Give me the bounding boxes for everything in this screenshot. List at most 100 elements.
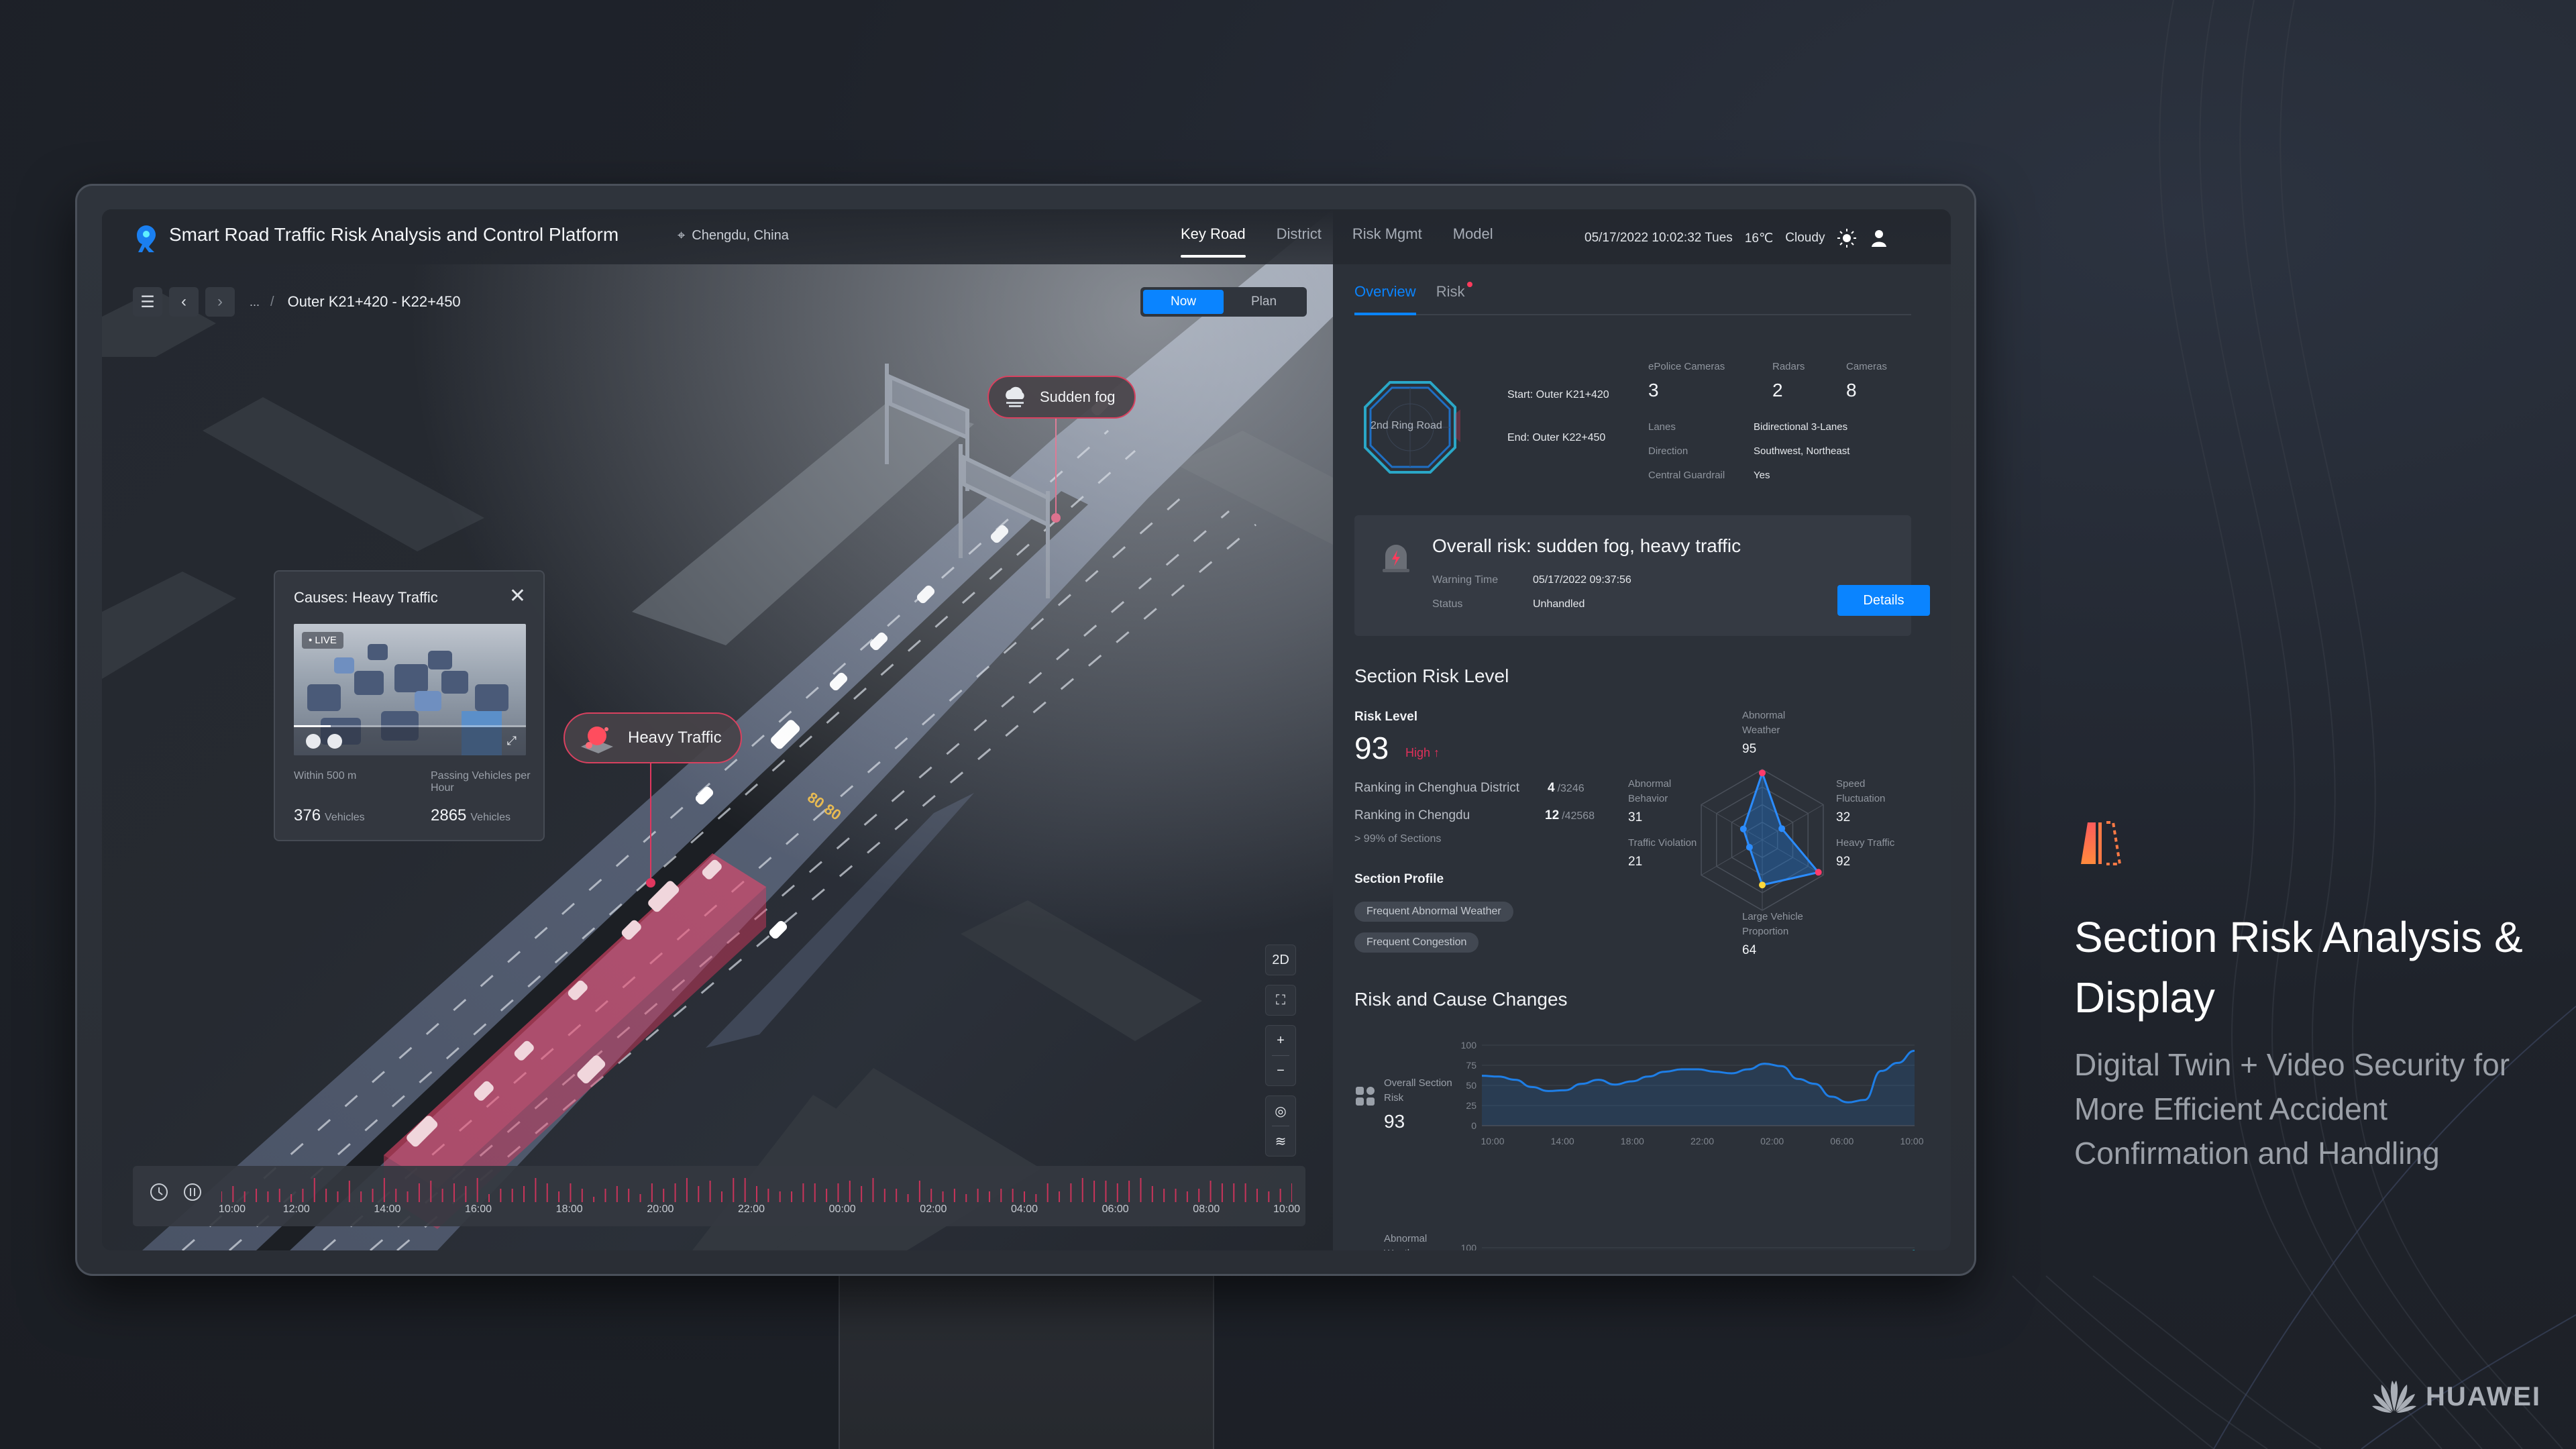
fog-icon [1006, 386, 1024, 407]
mode-plan-button[interactable]: Plan [1224, 290, 1304, 314]
brand-name: HUAWEI [2426, 1381, 2541, 1411]
passing-value: 2865 Vehicles [431, 806, 511, 825]
overall-risk-label: Overall Section Risk [1384, 1077, 1452, 1104]
profile-tag: Frequent Congestion [1354, 932, 1479, 953]
rank-city-label: Ranking in Chengdu [1354, 808, 1470, 822]
map-controls: 2D ⛶ + − ◎ ≋ [1265, 945, 1296, 1157]
weather-icon [1354, 1246, 1376, 1250]
y-tick-label: 100 [1461, 1242, 1477, 1250]
locate-button[interactable]: ◎ [1266, 1096, 1295, 1126]
nav-district[interactable]: District [1277, 225, 1322, 258]
passing-count: 2865 [431, 806, 467, 824]
radar-label-value: 95 [1742, 742, 1757, 756]
nav-risk-mgmt[interactable]: Risk Mgmt [1352, 225, 1422, 258]
timeline-label: 18:00 [555, 1203, 583, 1215]
x-tick-label: 10:00 [1481, 1136, 1504, 1146]
brand-logo: HUAWEI [2371, 1379, 2541, 1414]
menu-button[interactable]: ☰ [133, 287, 162, 317]
x-tick-label: 10:00 [1900, 1136, 1923, 1146]
breadcrumb-ellipsis[interactable]: ... [250, 295, 260, 309]
section-analysis-icon [2081, 821, 2122, 865]
radar-label-value: 92 [1836, 855, 1851, 869]
nav-model[interactable]: Model [1453, 225, 1493, 258]
rank-city-total: /42568 [1562, 810, 1595, 822]
fog-marker[interactable]: Sudden fog [987, 376, 1136, 419]
forward-button[interactable]: › [205, 287, 235, 317]
view-2d-button[interactable]: 2D [1266, 945, 1295, 975]
radar-label: Heavy Traffic 92 [1836, 836, 1917, 869]
risk-headline: Overall risk: sudden fog, heavy traffic [1432, 535, 1741, 556]
within-value: 376 Vehicles [294, 806, 365, 825]
radar-label: Speed Fluctuation 32 [1836, 777, 1917, 825]
expand-icon: ⛶ [1276, 992, 1285, 1008]
y-tick-label: 50 [1466, 1080, 1477, 1091]
location[interactable]: ⌖ Chengdu, China [678, 228, 789, 244]
panel-tabs: Overview Risk [1354, 282, 1911, 315]
map-toolbar: ☰ ‹ › ... / Outer K21+420 - K22+450 [133, 287, 461, 317]
overall-risk-trend: Overall Section Risk 93 0 25 50 75 100 10:00 1… [1354, 1038, 1924, 1173]
tab-overview[interactable]: Overview [1354, 283, 1416, 315]
zoom-in-button[interactable]: + [1266, 1026, 1295, 1055]
map-pin-icon: ⌖ [678, 228, 686, 243]
tab-overview-label: Overview [1354, 283, 1416, 300]
history-icon[interactable] [148, 1181, 170, 1203]
radar-label-value: 64 [1742, 943, 1757, 957]
user-icon[interactable] [1869, 228, 1889, 248]
heavy-traffic-marker[interactable]: Heavy Traffic [564, 712, 742, 763]
timeline-label: 10:00 [218, 1203, 246, 1215]
overall-risk-chart: 0 25 50 75 100 10:00 14:00 18:00 22:00 02:00 06:00… [1461, 1040, 1924, 1146]
sun-icon[interactable] [1837, 228, 1857, 248]
radar-label-text: Abnormal Behavior [1628, 778, 1672, 804]
pause-icon[interactable] [306, 734, 321, 749]
close-icon[interactable]: ✕ [509, 586, 526, 606]
pause-playback-icon[interactable] [181, 1181, 204, 1203]
warning-time-value: 05/17/2022 09:37:56 [1533, 574, 1631, 586]
details-button[interactable]: Details [1837, 585, 1930, 616]
passing-label: Passing Vehicles per Hour [431, 770, 531, 794]
abnormal-weather-trend: Abnormal Weather 5075100 [1354, 1199, 1918, 1250]
x-tick-label: 18:00 [1621, 1136, 1644, 1146]
ring-road-label: 2nd Ring Road [1371, 420, 1442, 431]
status-label: Status [1432, 598, 1463, 610]
percentile-note: > 99% of Sections [1354, 833, 1442, 845]
timeline-ticks [221, 1178, 1292, 1202]
radars-value: 2 [1772, 380, 1783, 400]
within-count: 376 [294, 806, 321, 824]
fullscreen-icon[interactable]: ⤢ [507, 734, 517, 748]
radar-label-value: 21 [1628, 855, 1643, 869]
risk-level-badge: High ↑ [1405, 746, 1440, 759]
fullscreen-button[interactable]: ⛶ [1266, 985, 1295, 1015]
chevron-left-icon: ‹ [181, 292, 186, 311]
temperature: 16℃ [1744, 231, 1774, 246]
radar-label-value: 32 [1836, 810, 1851, 824]
breadcrumb-separator: / [270, 294, 274, 309]
mode-now-button[interactable]: Now [1143, 290, 1224, 314]
guardrail-value: Yes [1754, 470, 1770, 481]
digital-twin-map[interactable]: 80 80 ☰ ‹ › ... / Outer K21+420 - K22+45… [102, 209, 1333, 1250]
y-tick-label: 0 [1471, 1120, 1477, 1131]
nav-key-road[interactable]: Key Road [1181, 225, 1246, 258]
guardrail-label: Central Guardrail [1648, 470, 1725, 481]
x-tick-label: 14:00 [1551, 1136, 1574, 1146]
trend-area [1482, 1051, 1915, 1126]
cameras-value: 8 [1846, 380, 1857, 400]
timeline[interactable]: 10:00 12:00 14:00 16:00 18:00 20:00 22:00 00:00… [133, 1166, 1305, 1226]
tab-risk[interactable]: Risk [1436, 282, 1473, 314]
risk-radar-chart: Abnormal Weather 95 Speed Fluctuation 32 Hea… [1628, 706, 1917, 974]
cameras-label: Cameras [1846, 361, 1887, 372]
huawei-petal-icon [2372, 1381, 2416, 1413]
layers-button[interactable]: ≋ [1266, 1126, 1295, 1156]
live-video[interactable]: • LIVE ⤢ [294, 624, 526, 755]
timeline-label: 00:00 [828, 1203, 856, 1215]
alarm-icon [1383, 545, 1409, 572]
stop-icon[interactable] [327, 734, 342, 749]
direction-label: Direction [1648, 445, 1688, 457]
radar-label-text: Speed Fluctuation [1836, 778, 1886, 804]
back-button[interactable]: ‹ [169, 287, 199, 317]
timeline-label: 14:00 [374, 1203, 401, 1215]
risk-level-label: Risk Level [1354, 710, 1417, 724]
section-risk-title: Section Risk Level [1354, 665, 1509, 686]
zoom-out-button[interactable]: − [1266, 1056, 1295, 1085]
feature-description: Digital Twin + Video Security for More E… [2074, 1047, 2510, 1171]
radar-point [1759, 769, 1766, 777]
